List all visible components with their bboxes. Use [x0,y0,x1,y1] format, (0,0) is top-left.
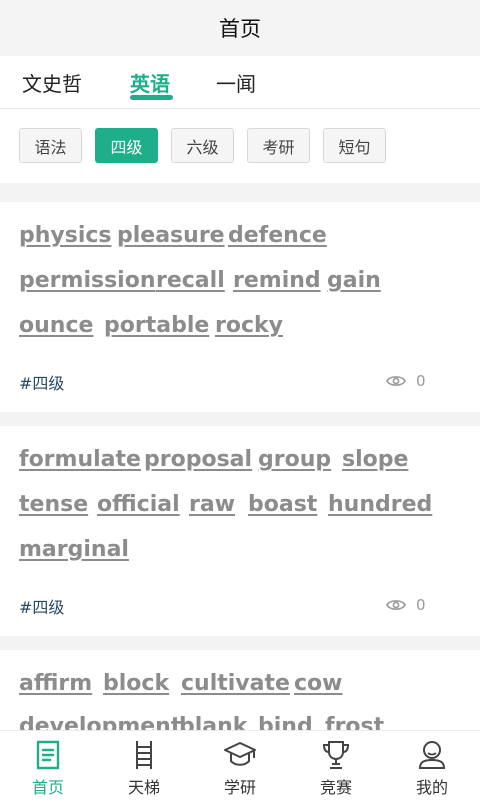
word-card[interactable]: formulate proposal group slope tense off… [0,426,480,636]
word-link[interactable]: raw [189,492,235,517]
nav-study[interactable]: 学研 [192,731,288,801]
word-link[interactable]: official [97,492,180,517]
chip-cet6[interactable]: 六级 [171,128,234,163]
word-link[interactable]: cultivate [181,671,290,696]
card-tag[interactable]: #四级 [19,594,64,618]
view-count-value: 0 [416,372,426,390]
nav-home[interactable]: 首页 [0,731,96,801]
chip-cet4[interactable]: 四级 [95,128,158,163]
word-link[interactable]: boast [248,492,317,517]
filter-chips: 语法 四级 六级 考研 短句 [0,109,480,183]
word-link[interactable]: pleasure [117,223,225,248]
nav-label: 竞赛 [319,778,352,797]
tab-wenshizhe[interactable]: 文史哲 [22,68,82,97]
word-link[interactable]: hundred [328,492,432,517]
nav-label: 天梯 [127,778,160,797]
nav-label: 我的 [415,778,448,797]
ladder-icon [136,741,152,769]
home-doc-icon [36,740,60,770]
nav-ladder[interactable]: 天梯 [96,731,192,801]
word-link[interactable]: proposal [144,447,252,472]
word-link[interactable]: group [258,447,331,472]
card-tag[interactable]: #四级 [19,370,64,394]
trophy-icon [322,741,350,769]
chip-grammar[interactable]: 语法 [19,128,82,163]
view-count: 0 [386,372,426,390]
word-link[interactable]: recall [156,268,225,293]
word-link[interactable]: gain [327,268,381,293]
eye-icon [386,600,406,610]
nav-contest[interactable]: 竞赛 [288,731,384,801]
view-count: 0 [386,596,426,614]
word-link[interactable]: rocky [215,313,283,338]
word-link[interactable]: defence [228,223,327,248]
page-title: 首页 [219,17,261,41]
nav-label: 学研 [223,778,256,797]
word-link[interactable]: formulate [19,447,141,472]
word-link[interactable]: cow [294,671,342,696]
bottom-nav: 首页 天梯 学研 竞赛 我的 [0,730,480,801]
word-link[interactable]: remind [233,268,321,293]
word-link[interactable]: physics [19,223,112,248]
chip-sentences[interactable]: 短句 [323,128,386,163]
graduation-cap-icon [224,742,256,766]
tab-english[interactable]: 英语 [130,68,170,97]
word-card[interactable]: physics pleasure defence permission reca… [0,202,480,412]
view-count-value: 0 [416,596,426,614]
nav-mine[interactable]: 我的 [384,731,480,801]
word-link[interactable]: block [103,671,169,696]
word-link[interactable]: affirm [19,671,92,696]
category-tabs: 文史哲 英语 一闻 [0,56,480,109]
user-icon [418,741,446,769]
app-header: 首页 [0,0,480,56]
eye-icon [386,376,406,386]
word-link[interactable]: tense [19,492,88,517]
word-link[interactable]: ounce [19,313,93,338]
active-tab-indicator [130,95,173,100]
word-link[interactable]: marginal [19,537,129,562]
word-link[interactable]: permission [19,268,156,293]
tab-yiwen[interactable]: 一闻 [216,68,256,97]
nav-label: 首页 [31,778,64,797]
word-link[interactable]: portable [104,313,209,338]
word-link[interactable]: slope [342,447,408,472]
chip-kaoyan[interactable]: 考研 [247,128,310,163]
